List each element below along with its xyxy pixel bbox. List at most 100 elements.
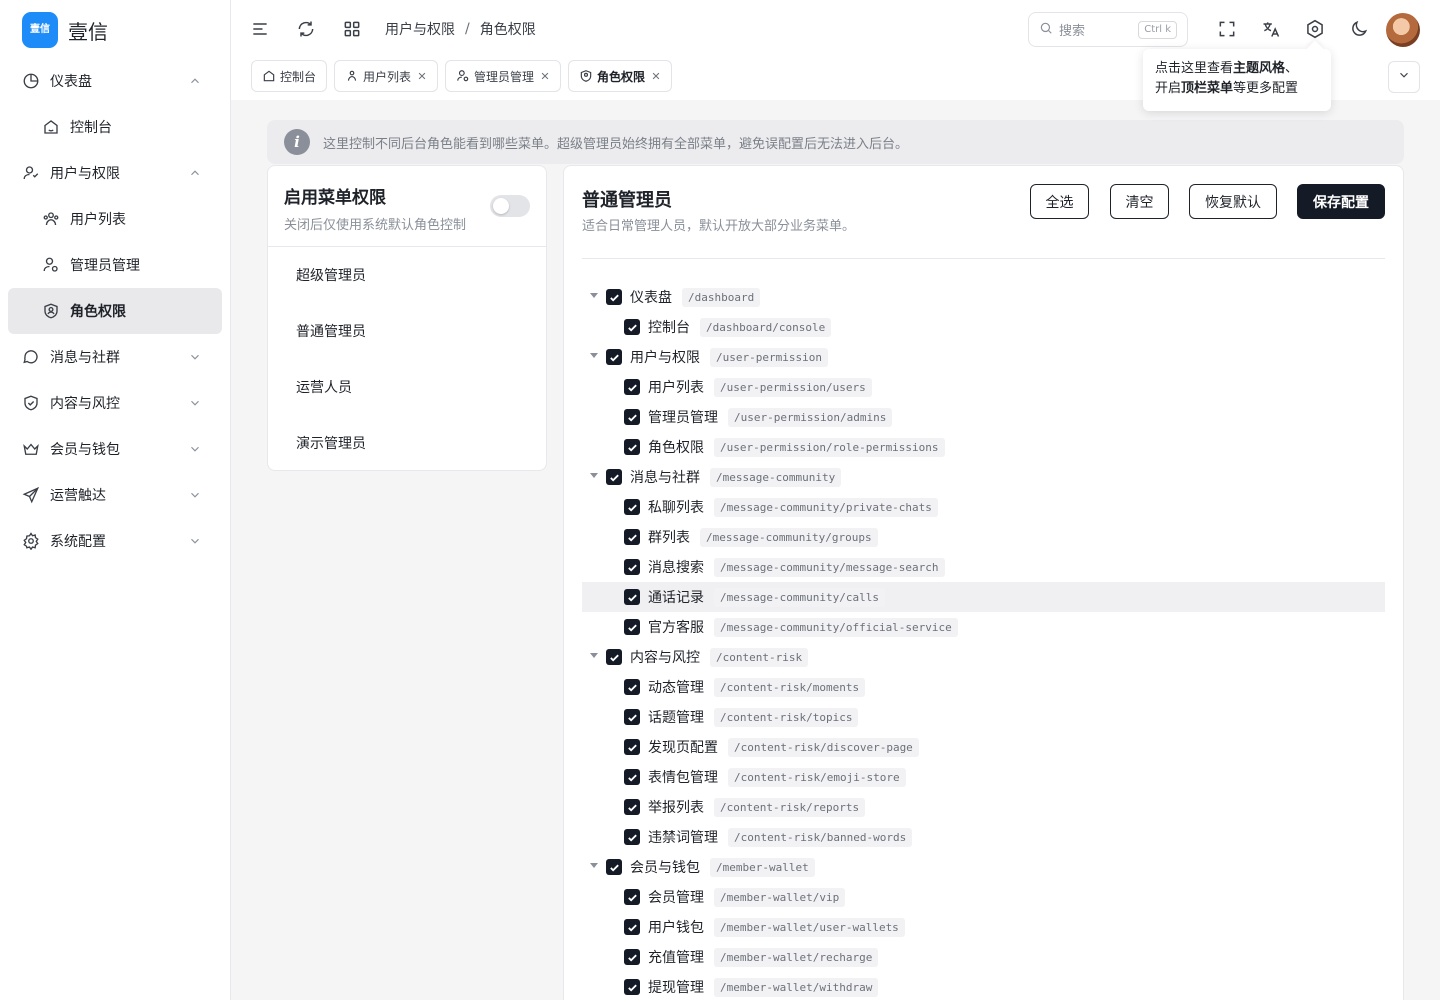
tree-item-row[interactable]: 发现页配置/content-risk/discover-page (582, 732, 1385, 762)
apps-grid-icon[interactable] (340, 17, 364, 41)
role-item[interactable]: 超级管理员 (268, 247, 546, 303)
chevron-up-icon[interactable] (188, 166, 202, 180)
checkbox-checked[interactable] (624, 829, 640, 845)
checkbox-checked[interactable] (624, 979, 640, 995)
tree-item-row[interactable]: 违禁词管理/content-risk/banned-words (582, 822, 1385, 852)
checkbox-checked[interactable] (624, 769, 640, 785)
close-icon[interactable] (417, 71, 427, 81)
tree-item-row[interactable]: 用户列表/user-permission/users (582, 372, 1385, 402)
chevron-down-icon[interactable] (188, 396, 202, 410)
close-icon[interactable] (540, 71, 550, 81)
sidebar-item-admins[interactable]: 管理员管理 (0, 242, 230, 288)
caret-down-icon[interactable] (590, 293, 598, 298)
checkbox-checked[interactable] (606, 649, 622, 665)
checkbox-checked[interactable] (624, 319, 640, 335)
menu-permission-toggle[interactable] (490, 195, 530, 217)
checkbox-checked[interactable] (624, 589, 640, 605)
sidebar-item-operations[interactable]: 运营触达 (0, 472, 230, 518)
tabs-more-button[interactable] (1388, 61, 1420, 93)
search-input[interactable]: 搜索 Ctrl k (1028, 12, 1188, 47)
role-item[interactable]: 运营人员 (268, 359, 546, 415)
sidebar-item-message-community[interactable]: 消息与社群 (0, 334, 230, 380)
tree-item-row[interactable]: 提现管理/member-wallet/withdraw (582, 972, 1385, 1000)
chevron-up-icon[interactable] (188, 74, 202, 88)
sidebar-item-console[interactable]: 控制台 (0, 104, 230, 150)
tree-item-row[interactable]: 角色权限/user-permission/role-permissions (582, 432, 1385, 462)
sidebar-item-users[interactable]: 用户列表 (0, 196, 230, 242)
tree-item-row[interactable]: 私聊列表/message-community/private-chats (582, 492, 1385, 522)
tree-item-row[interactable]: 表情包管理/content-risk/emoji-store (582, 762, 1385, 792)
sidebar-item-user-permission[interactable]: 用户与权限 (0, 150, 230, 196)
settings-hexagon-icon[interactable] (1303, 17, 1327, 41)
role-item[interactable]: 演示管理员 (268, 415, 546, 471)
role-item[interactable]: 普通管理员 (268, 303, 546, 359)
save-config-button[interactable]: 保存配置 (1297, 184, 1385, 219)
checkbox-checked[interactable] (606, 859, 622, 875)
sidebar-item-dashboard[interactable]: 仪表盘 (0, 58, 230, 104)
checkbox-checked[interactable] (624, 679, 640, 695)
tree-group-row[interactable]: 仪表盘/dashboard (582, 282, 1385, 312)
checkbox-checked[interactable] (624, 739, 640, 755)
brand[interactable]: 壹信 壹信 (22, 12, 108, 48)
tree-item-row[interactable]: 管理员管理/user-permission/admins (582, 402, 1385, 432)
checkbox-checked[interactable] (624, 499, 640, 515)
tree-item-row[interactable]: 用户钱包/member-wallet/user-wallets (582, 912, 1385, 942)
sidebar-item-member-wallet[interactable]: 会员与钱包 (0, 426, 230, 472)
checkbox-checked[interactable] (624, 919, 640, 935)
avatar[interactable] (1386, 13, 1420, 47)
tree-group-row[interactable]: 消息与社群/message-community (582, 462, 1385, 492)
tab-console[interactable]: 控制台 (251, 60, 328, 92)
clear-button[interactable]: 清空 (1110, 184, 1169, 219)
checkbox-checked[interactable] (624, 709, 640, 725)
checkbox-checked[interactable] (606, 289, 622, 305)
tree-item-row[interactable]: 举报列表/content-risk/reports (582, 792, 1385, 822)
caret-down-icon[interactable] (590, 473, 598, 478)
tab-role-permissions[interactable]: 角色权限 (568, 60, 673, 92)
checkbox-checked[interactable] (624, 949, 640, 965)
checkbox-checked[interactable] (624, 379, 640, 395)
tree-item-row[interactable]: 消息搜索/message-community/message-search (582, 552, 1385, 582)
tree-item-row[interactable]: 话题管理/content-risk/topics (582, 702, 1385, 732)
close-icon[interactable] (651, 71, 661, 81)
caret-down-icon[interactable] (590, 863, 598, 868)
caret-down-icon[interactable] (590, 653, 598, 658)
checkbox-checked[interactable] (606, 469, 622, 485)
chevron-down-icon[interactable] (188, 488, 202, 502)
tree-item-row[interactable]: 群列表/message-community/groups (582, 522, 1385, 552)
sidebar-item-content-risk[interactable]: 内容与风控 (0, 380, 230, 426)
refresh-icon[interactable] (294, 17, 318, 41)
reset-default-button[interactable]: 恢复默认 (1189, 184, 1277, 219)
tree-group-row[interactable]: 用户与权限/user-permission (582, 342, 1385, 372)
checkbox-checked[interactable] (624, 439, 640, 455)
chevron-down-icon[interactable] (188, 442, 202, 456)
tree-group-row[interactable]: 会员与钱包/member-wallet (582, 852, 1385, 882)
tab-admins[interactable]: 管理员管理 (445, 60, 562, 92)
checkbox-checked[interactable] (624, 409, 640, 425)
checkbox-checked[interactable] (624, 619, 640, 635)
checkbox-checked[interactable] (606, 349, 622, 365)
menu-toggle-icon[interactable] (248, 17, 272, 41)
moon-icon[interactable] (1347, 17, 1371, 41)
tree-item-row[interactable]: 充值管理/member-wallet/recharge (582, 942, 1385, 972)
chevron-down-icon[interactable] (188, 534, 202, 548)
checkbox-checked[interactable] (624, 799, 640, 815)
tree-item-row[interactable]: 会员管理/member-wallet/vip (582, 882, 1385, 912)
checkbox-checked[interactable] (624, 889, 640, 905)
caret-down-icon[interactable] (590, 353, 598, 358)
tree-item-row[interactable]: 控制台/dashboard/console (582, 312, 1385, 342)
checkbox-checked[interactable] (624, 529, 640, 545)
brand-logo: 壹信 (22, 12, 58, 48)
tree-group-row[interactable]: 内容与风控/content-risk (582, 642, 1385, 672)
tree-item-row[interactable]: 动态管理/content-risk/moments (582, 672, 1385, 702)
checkbox-checked[interactable] (624, 559, 640, 575)
tab-users[interactable]: 用户列表 (334, 60, 439, 92)
translate-icon[interactable] (1259, 17, 1283, 41)
sidebar-item-role-permissions[interactable]: 角色权限 (8, 288, 222, 334)
tree-item-row[interactable]: 官方客服/message-community/official-service (582, 612, 1385, 642)
sidebar-item-system-config[interactable]: 系统配置 (0, 518, 230, 564)
fullscreen-icon[interactable] (1215, 17, 1239, 41)
breadcrumb-item[interactable]: 用户与权限 (385, 19, 455, 39)
select-all-button[interactable]: 全选 (1030, 184, 1089, 219)
chevron-down-icon[interactable] (188, 350, 202, 364)
tree-item-row[interactable]: 通话记录/message-community/calls (582, 582, 1385, 612)
